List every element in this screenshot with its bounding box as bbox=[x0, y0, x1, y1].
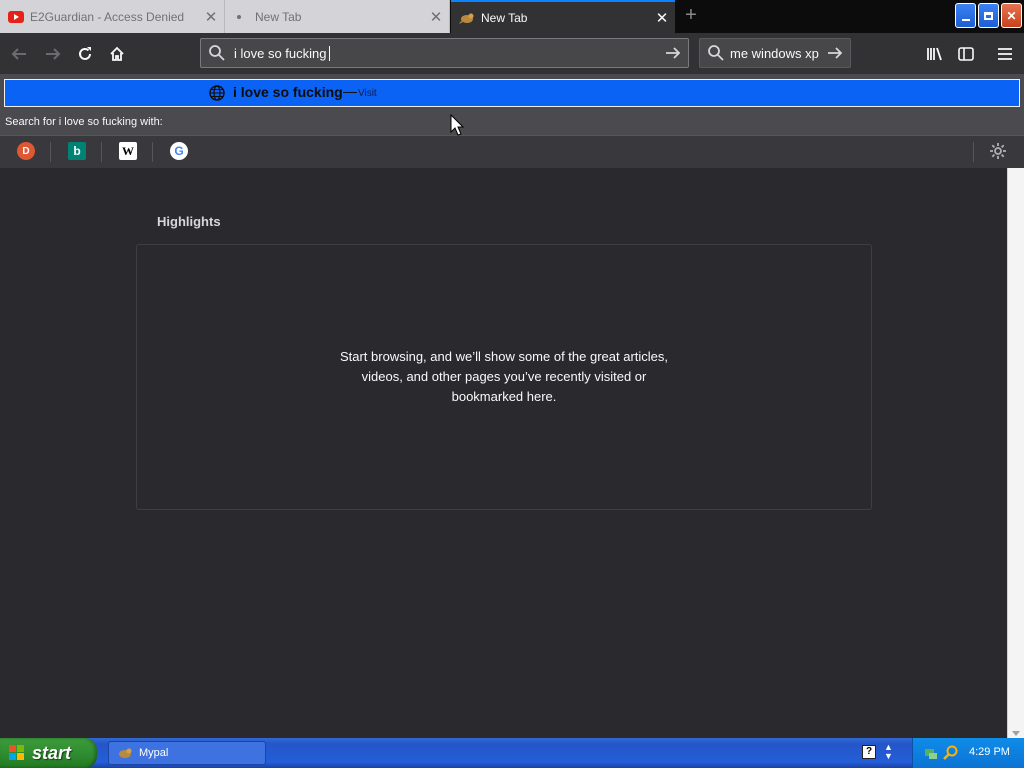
youtube-icon bbox=[8, 10, 24, 23]
back-button[interactable] bbox=[6, 41, 32, 67]
minimize-button[interactable] bbox=[955, 3, 976, 28]
hamburger-icon bbox=[998, 48, 1012, 60]
reload-icon bbox=[79, 47, 91, 60]
clock[interactable]: 4:29 PM bbox=[969, 746, 1010, 758]
go-arrow-icon[interactable] bbox=[826, 44, 844, 62]
mypal-icon bbox=[459, 13, 474, 24]
arrow-right-icon bbox=[46, 48, 61, 60]
menu-button[interactable] bbox=[992, 41, 1018, 67]
one-off-search-engines: D b W G bbox=[0, 135, 1024, 168]
url-input[interactable]: i love so fucking bbox=[234, 46, 327, 61]
scroll-down-icon[interactable] bbox=[1012, 731, 1020, 736]
tab-close-icon[interactable]: ✕ bbox=[198, 8, 224, 26]
tab-title: E2Guardian - Access Denied bbox=[30, 9, 185, 24]
search-with-label: Search for i love so fucking with: bbox=[5, 116, 163, 128]
nav-bar: i love so fucking me windows xp bbox=[0, 33, 1024, 74]
separator bbox=[973, 142, 974, 162]
sidebar-toggle-button[interactable] bbox=[953, 41, 979, 67]
search-icon bbox=[708, 45, 724, 61]
bing-icon[interactable]: b bbox=[68, 142, 86, 160]
vertical-scrollbar[interactable] bbox=[1007, 168, 1024, 738]
minimize-icon bbox=[961, 18, 970, 21]
arrow-left-icon bbox=[11, 48, 26, 60]
suggestion-title: i love so fucking bbox=[233, 84, 343, 100]
restore-icon bbox=[984, 11, 993, 20]
windows-taskbar: start Mypal ? ▲ ▼ 4:29 PM bbox=[0, 738, 1024, 768]
text-caret bbox=[328, 45, 330, 61]
windows-logo-icon bbox=[9, 745, 24, 760]
start-label: start bbox=[32, 742, 72, 763]
tab-title: New Tab bbox=[481, 10, 528, 25]
tab-strip: E2Guardian - Access Denied ✕ New Tab ✕ N… bbox=[0, 0, 1024, 33]
start-button[interactable]: start bbox=[0, 738, 97, 768]
go-arrow-icon[interactable] bbox=[664, 44, 682, 62]
tray-toggle-icon[interactable]: ▲ ▼ bbox=[884, 743, 893, 761]
mypal-icon bbox=[119, 748, 132, 758]
system-tray: 4:29 PM bbox=[912, 738, 1024, 768]
tab-close-icon[interactable]: ✕ bbox=[649, 9, 675, 27]
help-icon[interactable]: ? bbox=[862, 745, 876, 759]
separator bbox=[101, 142, 102, 162]
taskbar-item-mypal[interactable]: Mypal bbox=[108, 741, 266, 765]
forward-button[interactable] bbox=[40, 41, 66, 67]
search-input[interactable]: me windows xp bbox=[730, 46, 819, 61]
close-button[interactable]: ✕ bbox=[1001, 3, 1022, 28]
suggestion-action: Visit bbox=[358, 88, 377, 99]
network-icon[interactable] bbox=[923, 745, 939, 761]
separator bbox=[152, 142, 153, 162]
empty-state-message: Start browsing, and we’ll show some of t… bbox=[339, 349, 669, 404]
highlights-empty-state: Start browsing, and we’ll show some of t… bbox=[136, 244, 872, 510]
separator bbox=[50, 142, 51, 162]
tab-new-tab-1[interactable]: New Tab ✕ bbox=[225, 0, 450, 33]
search-bar[interactable]: me windows xp bbox=[699, 38, 851, 68]
dot-icon bbox=[237, 14, 241, 19]
suggestion-separator: — bbox=[343, 83, 357, 99]
library-button[interactable] bbox=[922, 41, 948, 67]
gear-icon[interactable] bbox=[989, 142, 1007, 160]
url-suggestion-popup: i love so fucking — Visit Search for i l… bbox=[0, 74, 1024, 168]
reload-button[interactable] bbox=[72, 41, 98, 67]
restore-button[interactable] bbox=[978, 3, 999, 28]
url-bar[interactable]: i love so fucking bbox=[200, 38, 689, 68]
search-tray-icon[interactable] bbox=[943, 745, 959, 761]
suggestion-row-selected[interactable]: i love so fucking — Visit bbox=[4, 79, 1020, 107]
home-icon bbox=[110, 46, 124, 61]
home-button[interactable] bbox=[104, 41, 130, 67]
sidebar-icon bbox=[958, 47, 974, 61]
wikipedia-icon[interactable]: W bbox=[119, 142, 137, 160]
new-tab-page: Highlights Start browsing, and we’ll sho… bbox=[0, 168, 1007, 738]
tab-new-tab-active[interactable]: New Tab ✕ bbox=[451, 0, 675, 33]
close-icon: ✕ bbox=[1006, 8, 1017, 23]
mouse-cursor-icon bbox=[450, 114, 464, 136]
google-icon[interactable]: G bbox=[170, 142, 188, 160]
globe-icon bbox=[209, 85, 225, 101]
new-tab-button[interactable]: + bbox=[678, 4, 704, 28]
taskbar-item-label: Mypal bbox=[139, 747, 169, 759]
highlights-heading: Highlights bbox=[157, 214, 221, 229]
library-icon bbox=[927, 47, 942, 61]
duckduckgo-icon[interactable]: D bbox=[17, 142, 35, 160]
window-controls: ✕ bbox=[955, 3, 1022, 28]
tab-close-icon[interactable]: ✕ bbox=[423, 8, 449, 26]
search-icon bbox=[209, 45, 225, 61]
tab-e2guardian[interactable]: E2Guardian - Access Denied ✕ bbox=[0, 0, 225, 33]
tab-title: New Tab bbox=[255, 9, 302, 24]
